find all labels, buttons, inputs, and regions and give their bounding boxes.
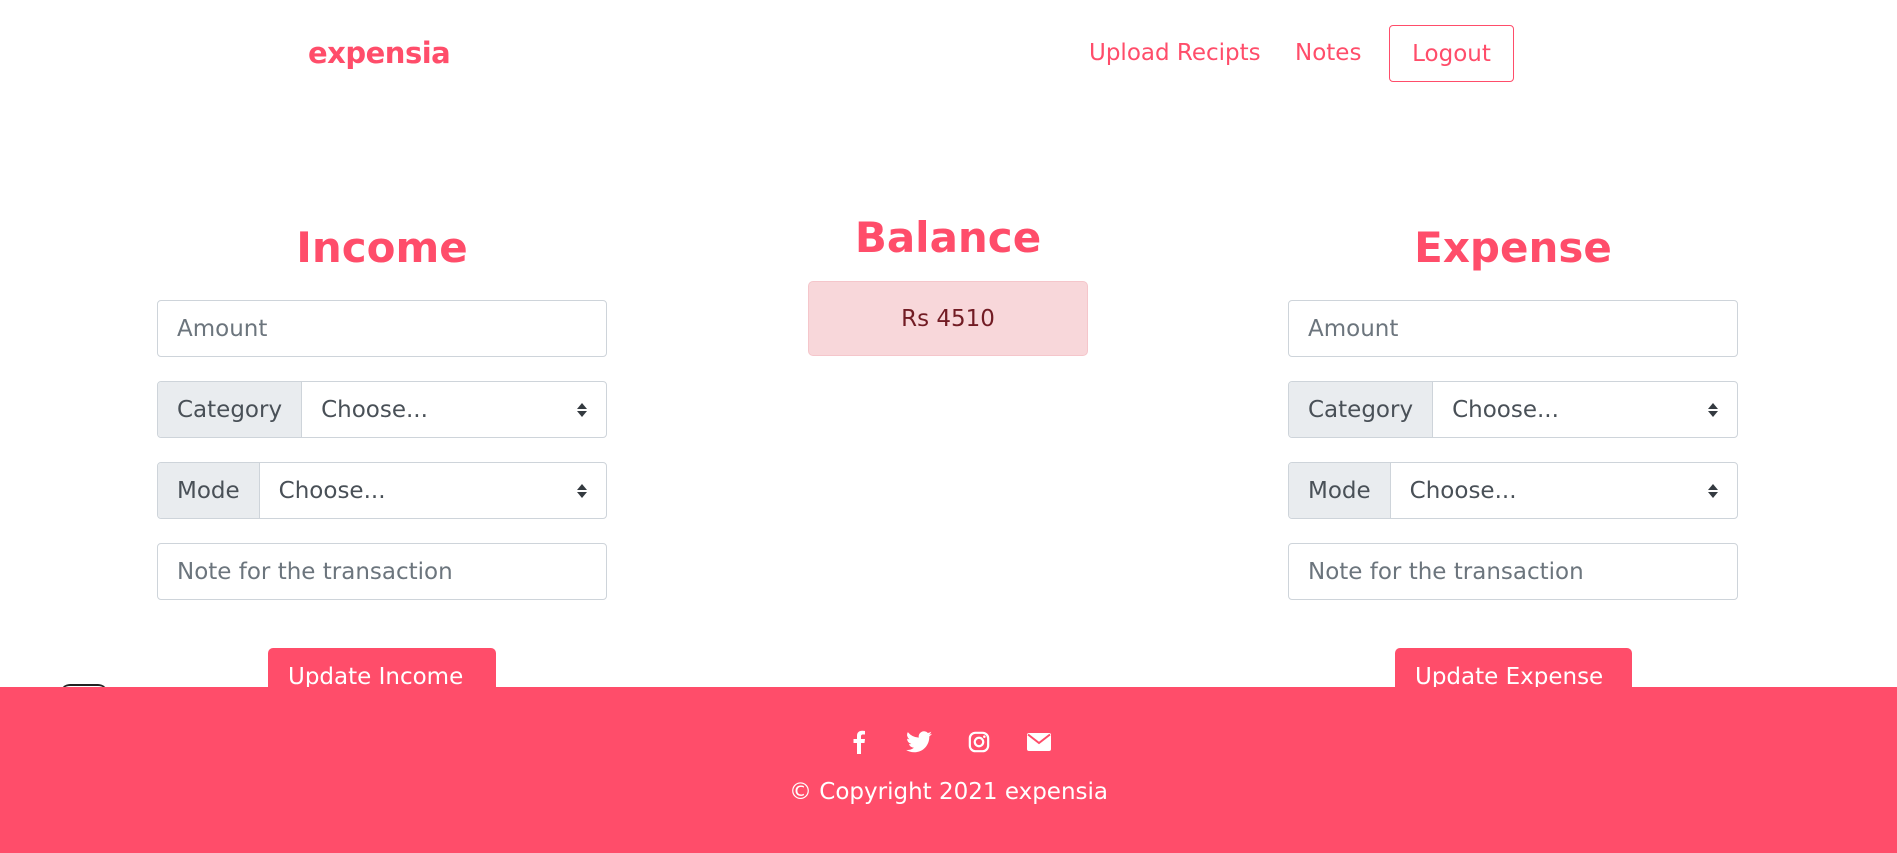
expense-heading: Expense [1414,223,1612,272]
brand-logo[interactable]: expensia [308,36,451,70]
income-mode-value: Choose... [278,477,386,504]
envelope-icon[interactable] [1026,729,1052,755]
expense-mode-select[interactable]: Choose... [1391,463,1737,518]
expense-amount-field [1288,300,1738,357]
balance-heading: Balance [854,213,1042,262]
select-arrows-icon [577,402,587,417]
income-category-label: Category [158,382,303,437]
income-note-input[interactable] [158,544,606,599]
select-arrows-icon [1708,483,1718,498]
expense-mode-value: Choose... [1409,477,1517,504]
income-category-select[interactable]: Choose... [302,382,606,437]
expense-mode-group: Mode Choose... [1288,462,1738,519]
facebook-icon[interactable] [846,729,872,755]
instagram-icon[interactable] [966,729,992,755]
expense-category-group: Category Choose... [1288,381,1738,438]
expense-category-select[interactable]: Choose... [1433,382,1737,437]
income-mode-group: Mode Choose... [157,462,607,519]
income-category-value: Choose... [321,396,428,423]
select-arrows-icon [1708,402,1718,417]
nav-link-notes[interactable]: Notes [1295,40,1361,66]
nav-link-upload-receipts[interactable]: Upload Recipts [1089,40,1261,66]
page: expensia Upload Recipts Notes Logout Inc… [0,0,1897,853]
balance-value: Rs 4510 [808,281,1088,356]
copyright-text: © Copyright 2021 expensia [788,779,1108,805]
expense-category-value: Choose... [1452,396,1559,423]
logout-button[interactable]: Logout [1389,25,1514,82]
income-heading: Income [296,223,468,272]
income-note-field [157,543,607,600]
income-category-group: Category Choose... [157,381,607,438]
expense-note-input[interactable] [1289,544,1737,599]
income-amount-input[interactable] [158,301,606,356]
expense-note-field [1288,543,1738,600]
expense-category-label: Category [1289,382,1434,437]
select-arrows-icon [577,483,587,498]
footer: © Copyright 2021 expensia [0,687,1897,853]
income-mode-label: Mode [158,463,260,518]
expense-mode-label: Mode [1289,463,1391,518]
social-links [0,729,1897,755]
income-mode-select[interactable]: Choose... [260,463,606,518]
expense-amount-input[interactable] [1289,301,1737,356]
twitter-icon[interactable] [905,729,932,755]
income-amount-field [157,300,607,357]
